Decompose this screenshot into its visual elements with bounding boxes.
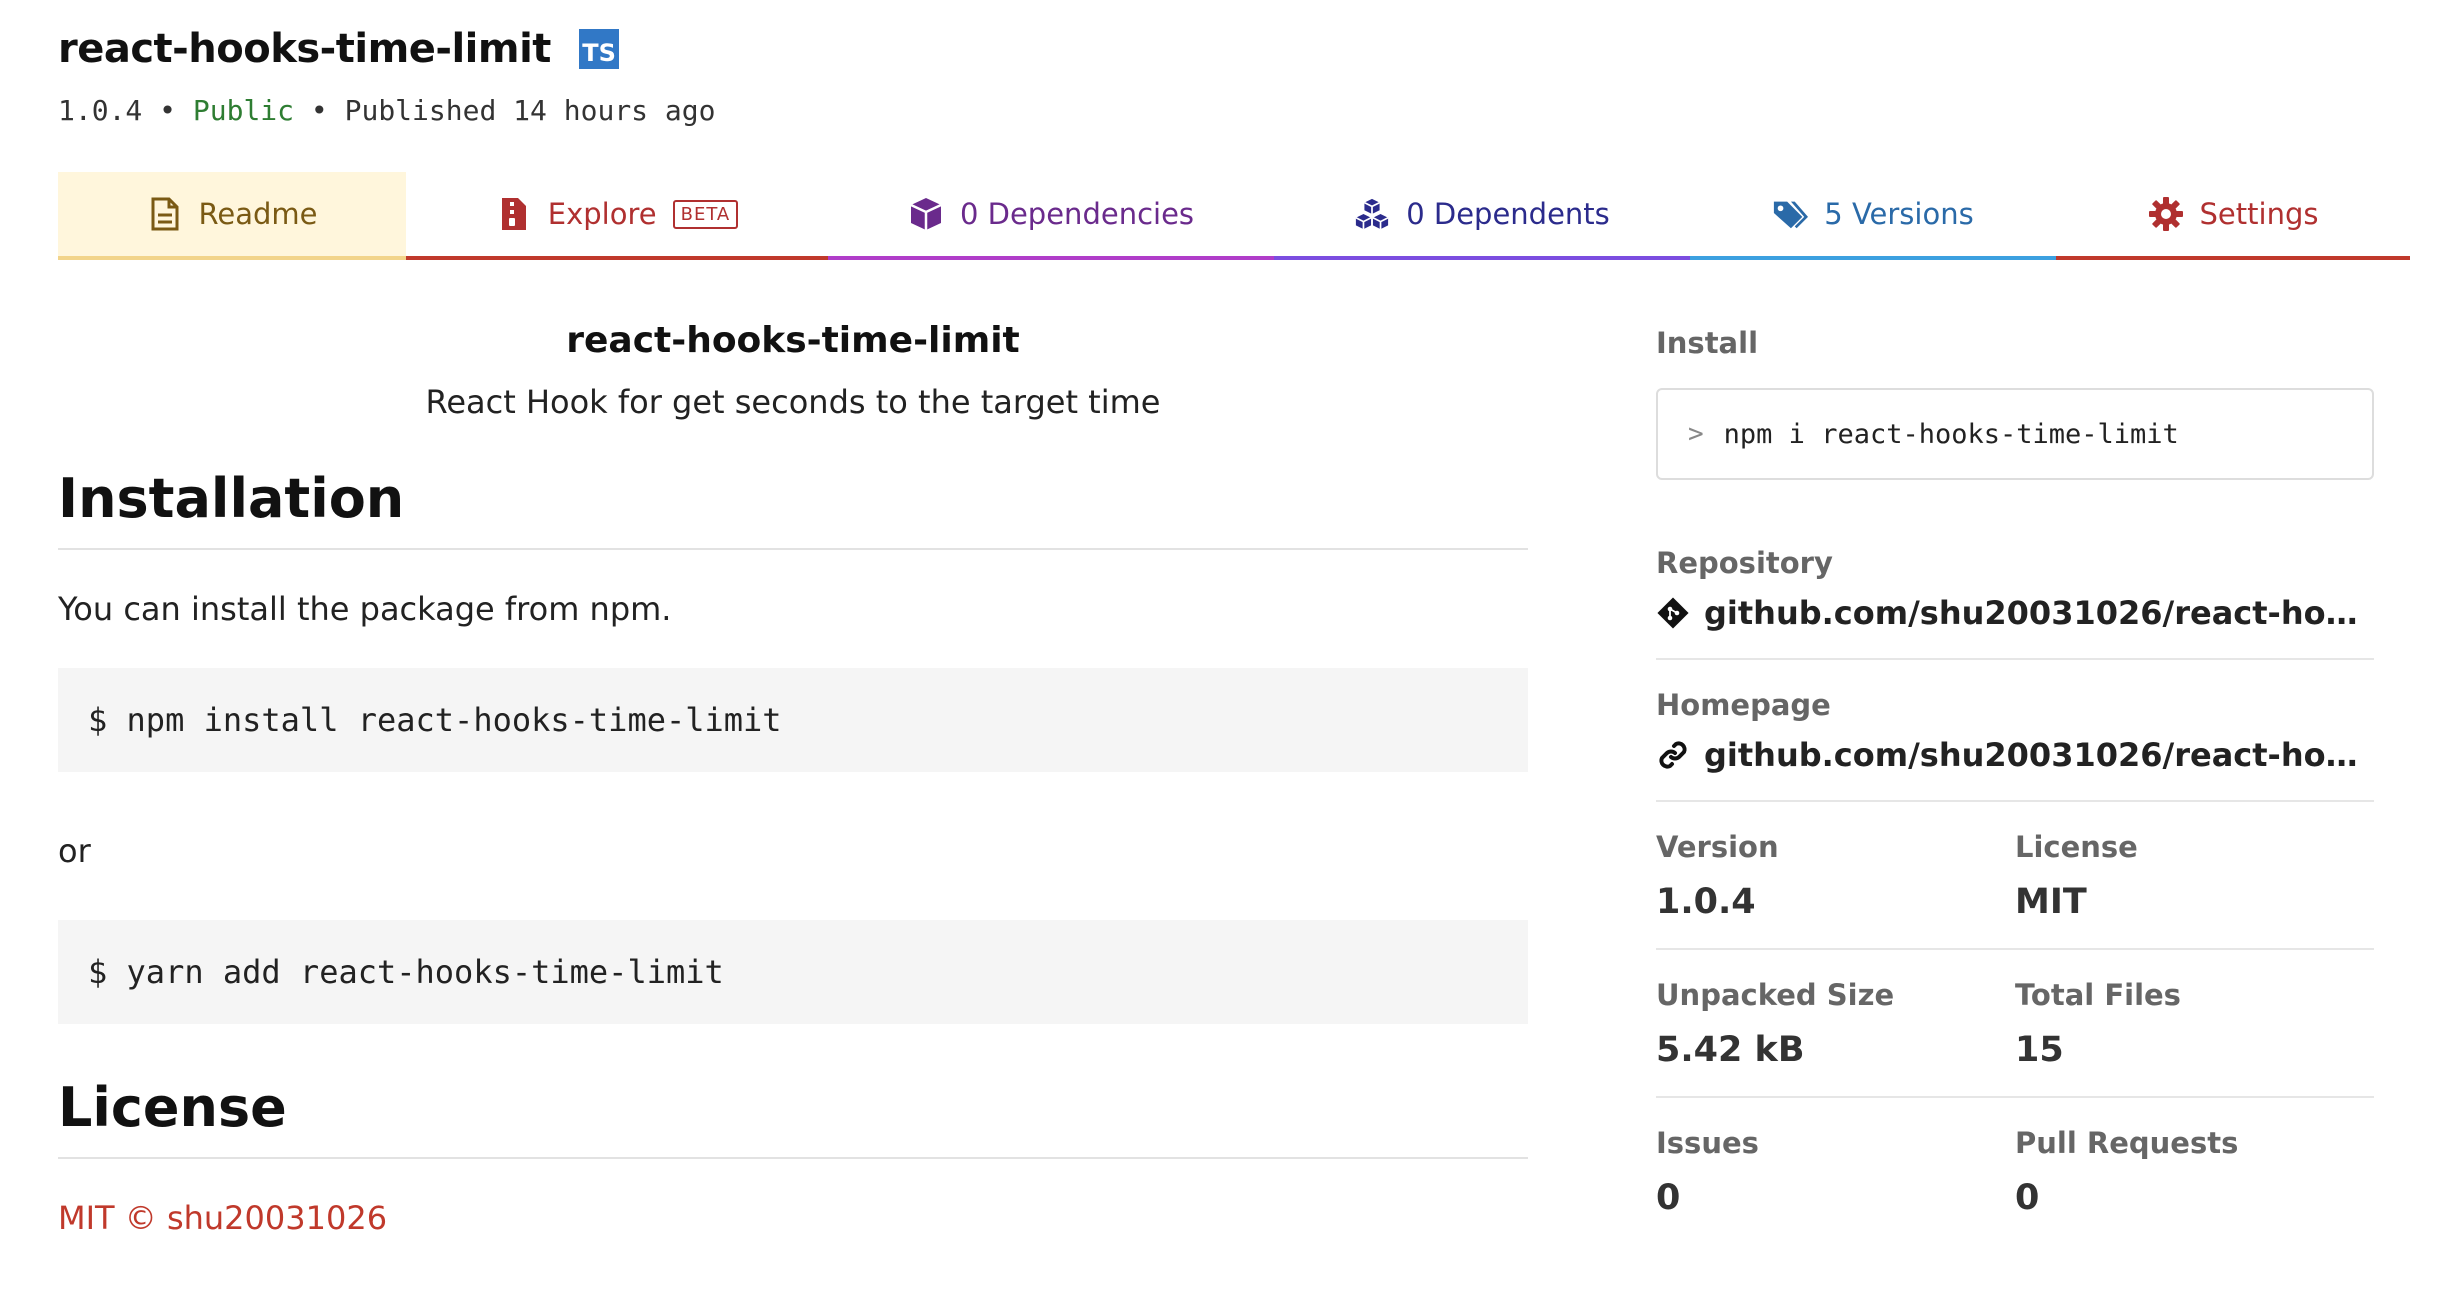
meta-separator: •: [159, 94, 177, 127]
size-files-section: Unpacked Size 5.42 kB Total Files 15: [1656, 978, 2374, 1098]
package-tabs: Readme Explore BETA 0 Dependencies 0 Dep…: [58, 172, 2410, 260]
tab-explore[interactable]: Explore BETA: [406, 172, 828, 260]
package-title: react-hooks-time-limit: [58, 26, 551, 72]
unpacked-size-value: 5.42 kB: [1656, 1030, 1805, 1070]
package-sidebar: Install > npm i react-hooks-time-limit R…: [1656, 326, 2374, 1244]
tab-label: 0 Dependencies: [959, 197, 1195, 231]
pull-requests-label: Pull Requests: [2015, 1126, 2239, 1160]
tab-label: Explore: [547, 197, 657, 231]
tab-settings[interactable]: Settings: [2056, 172, 2410, 260]
issues-prs-section: Issues 0 Pull Requests 0: [1656, 1126, 2374, 1244]
homepage-label: Homepage: [1656, 688, 1831, 722]
version-stat: Version 1.0.4: [1656, 830, 2015, 922]
total-files-label: Total Files: [2015, 978, 2181, 1012]
pull-requests-value[interactable]: 0: [2015, 1178, 2374, 1218]
package-meta: 1.0.4 • Public • Published 14 hours ago: [58, 94, 715, 127]
license-label: License: [2015, 830, 2138, 864]
tags-icon: [1772, 196, 1809, 232]
readme-title: react-hooks-time-limit: [566, 320, 1020, 361]
license-heading: License: [58, 1076, 1528, 1159]
readme-content: react-hooks-time-limit React Hook for ge…: [58, 320, 1528, 1237]
repository-label: Repository: [1656, 546, 1833, 580]
homepage-url: github.com/shu20031026/react-hooks-t...: [1704, 736, 2374, 774]
installation-heading: Installation: [58, 467, 1528, 550]
yarn-add-code-block[interactable]: $ yarn add react-hooks-time-limit: [58, 920, 1528, 1024]
total-files-value: 15: [2015, 1030, 2064, 1070]
link-icon: [1656, 738, 1690, 772]
pull-requests-stat: Pull Requests 0: [2015, 1126, 2374, 1218]
tab-label: 5 Versions: [1824, 197, 1974, 231]
license-text: MIT © shu20031026: [58, 1199, 388, 1237]
document-icon: [147, 196, 183, 232]
issues-value[interactable]: 0: [1656, 1178, 2015, 1218]
readme-description: React Hook for get seconds to the target…: [425, 383, 1161, 421]
issues-stat: Issues 0: [1656, 1126, 2015, 1218]
package-header: react-hooks-time-limit TS 1.0.4 • Public…: [58, 26, 715, 127]
unpacked-size-label: Unpacked Size: [1656, 978, 1895, 1012]
gear-icon: [2148, 196, 2184, 232]
unpacked-size-stat: Unpacked Size 5.42 kB: [1656, 978, 2015, 1070]
license-value: MIT: [2015, 882, 2087, 922]
install-label: Install: [1656, 326, 1759, 360]
cubes-icon: [1354, 196, 1390, 232]
total-files-stat: Total Files 15: [2015, 978, 2374, 1070]
tab-dependencies[interactable]: 0 Dependencies: [828, 172, 1274, 260]
or-text: or: [58, 832, 91, 870]
git-icon: [1656, 596, 1690, 630]
npm-install-code-block[interactable]: $ npm install react-hooks-time-limit: [58, 668, 1528, 772]
license-stat: License MIT: [2015, 830, 2374, 922]
version-license-section: Version 1.0.4 License MIT: [1656, 830, 2374, 950]
homepage-link[interactable]: github.com/shu20031026/react-hooks-t...: [1656, 736, 2374, 774]
cube-icon: [908, 196, 944, 232]
terminal-prompt-icon: >: [1688, 419, 1704, 449]
install-command: npm i react-hooks-time-limit: [1723, 418, 2179, 450]
tab-versions[interactable]: 5 Versions: [1690, 172, 2056, 260]
version-label: Version: [1656, 830, 1779, 864]
tab-label: Settings: [2199, 197, 2319, 231]
install-section: Install > npm i react-hooks-time-limit: [1656, 326, 2374, 480]
install-intro-text: You can install the package from npm.: [58, 590, 672, 628]
version-value: 1.0.4: [1656, 882, 1756, 922]
repository-url: github.com/shu20031026/react-hooks-ti...: [1704, 594, 2374, 632]
package-published: Published 14 hours ago: [344, 94, 716, 127]
tab-readme[interactable]: Readme: [58, 172, 406, 260]
issues-label: Issues: [1656, 1126, 1759, 1160]
repository-link[interactable]: github.com/shu20031026/react-hooks-ti...: [1656, 594, 2374, 632]
meta-separator: •: [310, 94, 328, 127]
tab-dependents[interactable]: 0 Dependents: [1274, 172, 1690, 260]
package-version: 1.0.4: [58, 94, 143, 127]
tab-label: Readme: [198, 197, 318, 231]
beta-badge: BETA: [672, 199, 739, 229]
package-title-row: react-hooks-time-limit TS: [58, 26, 715, 72]
typescript-badge-icon: TS: [578, 29, 619, 69]
repository-section: Repository github.com/shu20031026/react-…: [1656, 546, 2374, 660]
tab-label: 0 Dependents: [1406, 197, 1610, 231]
install-command-box[interactable]: > npm i react-hooks-time-limit: [1656, 388, 2374, 480]
homepage-section: Homepage github.com/shu20031026/react-ho…: [1656, 688, 2374, 802]
zip-file-icon: [496, 196, 532, 232]
package-visibility: Public: [192, 94, 295, 127]
